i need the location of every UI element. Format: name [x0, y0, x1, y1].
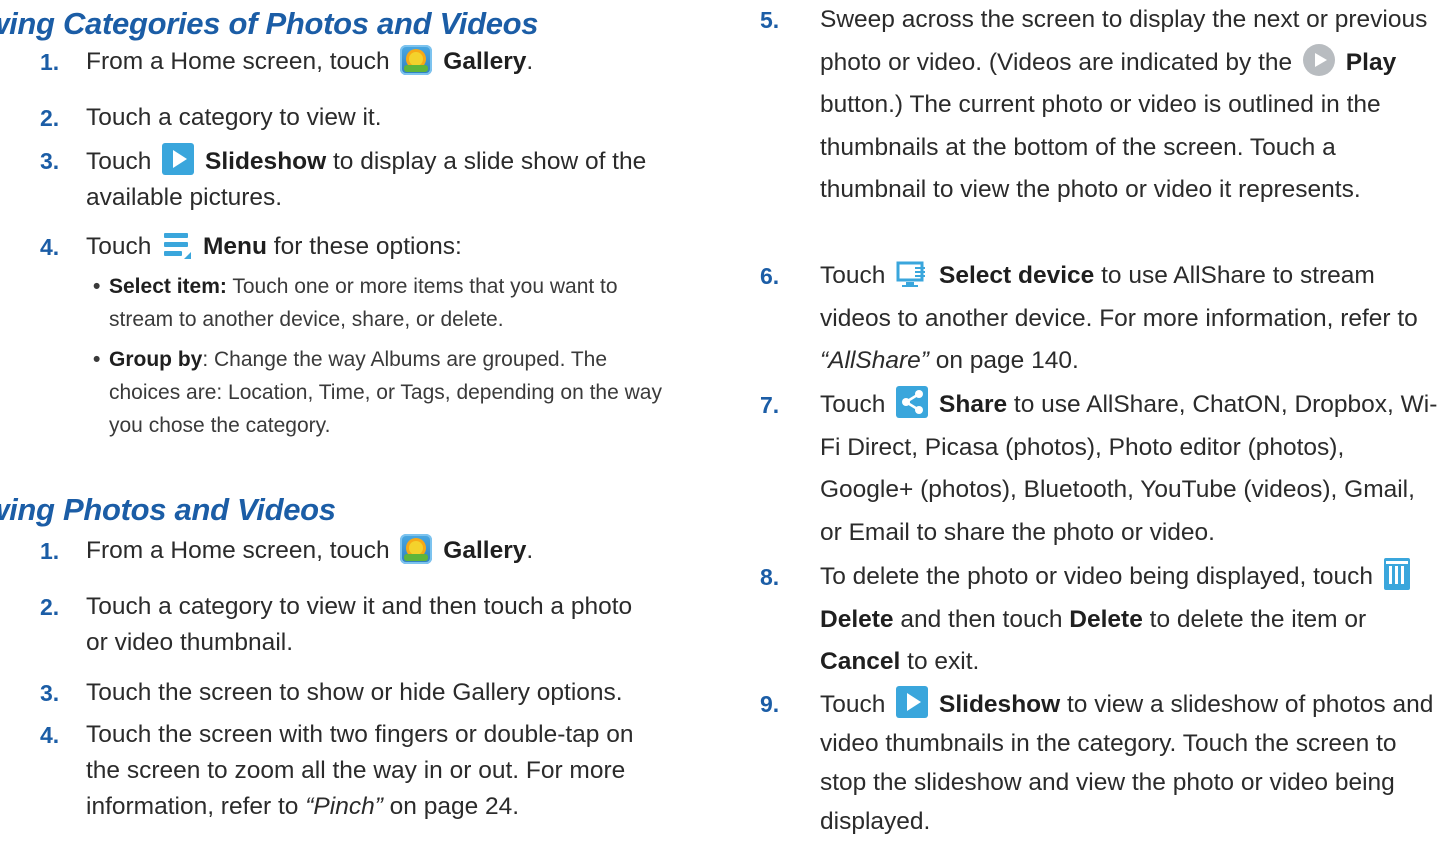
delete-icon — [1383, 558, 1410, 590]
step-5-sweep: 5. Sweep across the screen to display th… — [760, 0, 1440, 212]
step-text: Touch — [820, 691, 886, 718]
step-text: . — [526, 48, 534, 75]
step-text: From a Home screen, touch — [86, 48, 390, 75]
step-3-slideshow: 3. Touch Slideshow to display a slide sh… — [40, 143, 660, 216]
section-heading-categories: iewing Categories of Photos and Videos — [0, 6, 539, 41]
share-icon — [896, 386, 929, 418]
step-text: To delete the photo or video being displ… — [820, 563, 1374, 590]
step-number: 8. — [760, 564, 780, 590]
step-6-select-device: 6. Touch Select device to use AllShare t… — [760, 255, 1440, 383]
step-number: 9. — [760, 691, 780, 717]
step-2-thumbnail: 2. Touch a category to view it and then … — [40, 589, 660, 661]
step-number: 4. — [40, 722, 60, 748]
step-2-category: 2. Touch a category to view it. — [40, 100, 700, 136]
step-number: 4. — [40, 234, 60, 260]
play-icon — [1302, 43, 1335, 76]
step-text: Touch — [86, 233, 152, 260]
step-text: button.) The current photo or video is o… — [820, 91, 1381, 203]
step-number: 7. — [760, 392, 780, 418]
step-text: to exit. — [907, 648, 980, 675]
step-9-slideshow: 9. Touch Slideshow to view a slideshow o… — [760, 685, 1449, 841]
select-device-label: Select device — [939, 262, 1095, 289]
bullet-title: Group by — [109, 348, 203, 371]
gallery-icon — [400, 45, 433, 75]
select-device-icon — [896, 261, 928, 289]
menu-icon — [162, 230, 192, 260]
step-text: Touch the screen to show or hide Gallery… — [86, 679, 623, 706]
gallery-label: Gallery — [443, 537, 527, 564]
step-number: 1. — [40, 49, 60, 75]
step-text: Touch — [86, 148, 152, 175]
step-number: 1. — [40, 538, 60, 564]
slideshow-label: Slideshow — [205, 148, 327, 175]
bullet-select-item: • Select item: Touch one or more items t… — [93, 270, 683, 336]
bullet-dot: • — [93, 275, 101, 298]
bullet-title: Select item: — [109, 275, 227, 298]
step-text: Touch a category to view it. — [86, 104, 382, 131]
step-text: on page 140. — [928, 347, 1079, 374]
step-4-menu: 4. Touch Menu for these options: — [40, 229, 700, 265]
step-number: 2. — [40, 105, 60, 131]
step-text: to delete the item or — [1149, 605, 1367, 633]
step-text: . — [526, 537, 534, 564]
bullet-dot: • — [93, 348, 101, 371]
step-1-gallery-2: 1. From a Home screen, touch Gallery. — [40, 533, 700, 569]
play-label: Play — [1345, 48, 1397, 76]
step-1-gallery: 1. From a Home screen, touch Gallery. — [40, 44, 700, 80]
slideshow-icon — [896, 686, 929, 718]
step-7-share: 7. Touch Share to use AllShare, ChatON, … — [760, 384, 1440, 554]
step-number: 5. — [760, 7, 780, 33]
section-heading-photos: iewing Photos and Videos — [0, 492, 336, 527]
menu-label: Menu — [203, 233, 267, 260]
step-text: and then touch — [900, 605, 1063, 633]
step-text: Touch — [820, 262, 886, 289]
cross-reference[interactable]: “AllShare” — [820, 347, 929, 374]
gallery-label: Gallery — [443, 48, 527, 75]
slideshow-icon — [162, 143, 195, 175]
bullet-group-by: • Group by: Change the way Albums are gr… — [93, 343, 683, 442]
step-number: 3. — [40, 680, 60, 706]
step-number: 6. — [760, 263, 780, 289]
slideshow-label: Slideshow — [939, 691, 1061, 718]
step-number: 2. — [40, 594, 60, 620]
share-label: Share — [939, 391, 1008, 418]
step-text: Touch a category to view it and then tou… — [86, 593, 633, 656]
delete-label: Delete — [1069, 605, 1143, 633]
step-text: Sweep across the screen to display the n… — [820, 6, 1428, 76]
gallery-icon — [400, 534, 433, 564]
step-4-zoom: 4. Touch the screen with two fingers or … — [40, 717, 670, 825]
step-text: on page 24. — [382, 793, 520, 820]
step-text: for these options: — [273, 233, 462, 260]
step-text: Touch — [820, 391, 886, 418]
step-8-delete: 8. To delete the photo or video being di… — [760, 556, 1440, 684]
delete-label: Delete — [820, 605, 894, 633]
step-number: 3. — [40, 148, 60, 174]
cross-reference[interactable]: “Pinch” — [305, 793, 383, 820]
step-3-options: 3. Touch the screen to show or hide Gall… — [40, 675, 700, 711]
cancel-label: Cancel — [820, 648, 901, 675]
step-text: From a Home screen, touch — [86, 537, 390, 564]
